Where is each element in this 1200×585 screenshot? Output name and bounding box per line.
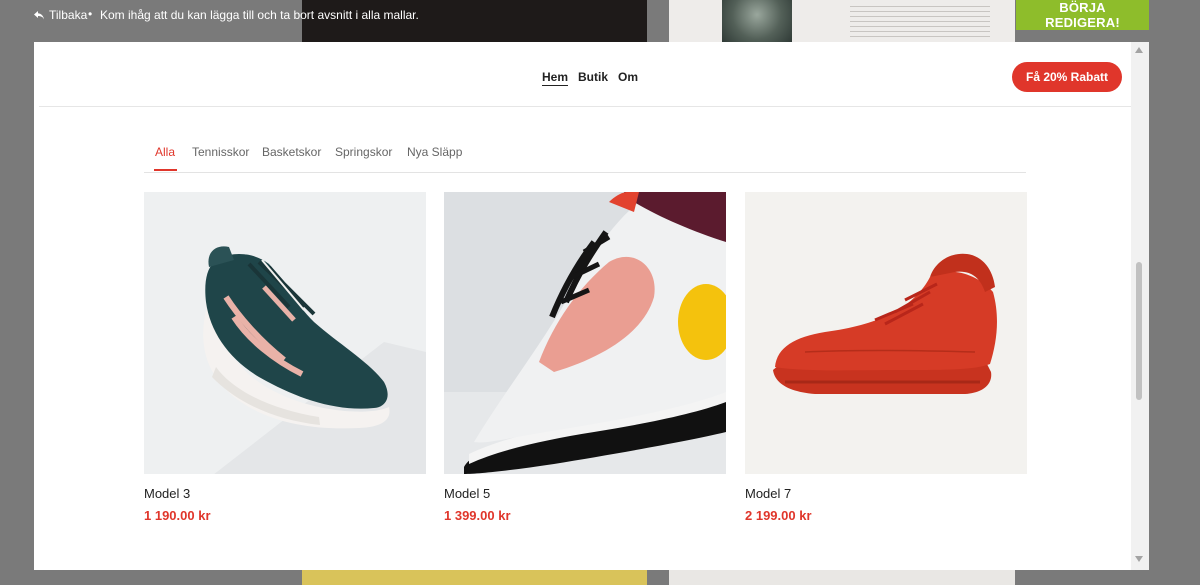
product-image-model-3[interactable] [144, 192, 426, 474]
product-name[interactable]: Model 7 [745, 486, 791, 501]
product-price: 1 190.00 kr [144, 508, 211, 523]
site-nav: Hem Butik Om [542, 70, 638, 86]
separator-bullet: • [88, 7, 93, 21]
product-name[interactable]: Model 5 [444, 486, 490, 501]
background-template-preview [669, 570, 1015, 585]
scroll-up-arrow-icon[interactable] [1135, 47, 1143, 53]
back-link[interactable]: Tilbaka [33, 8, 87, 22]
product-price: 1 399.00 kr [444, 508, 511, 523]
product-image-model-7[interactable] [745, 192, 1027, 474]
tab-new-releases[interactable]: Nya Släpp [407, 145, 462, 159]
background-template-preview [302, 570, 647, 585]
site-header: Hem Butik Om Få 20% Rabatt [39, 42, 1131, 107]
editor-topbar: Tilbaka • Kom ihåg att du kan lägga till… [0, 0, 1200, 30]
product-name[interactable]: Model 3 [144, 486, 190, 501]
category-tabs: Alla Tennisskor Basketskor Springskor Ny… [144, 140, 1026, 173]
tab-tennis-shoes[interactable]: Tennisskor [192, 145, 249, 159]
reminder-text: Kom ihåg att du kan lägga till och ta bo… [100, 8, 419, 22]
tab-basketball-shoes[interactable]: Basketskor [262, 145, 321, 159]
nav-item-shop[interactable]: Butik [578, 70, 608, 86]
active-tab-indicator [154, 169, 177, 171]
tab-all[interactable]: Alla [155, 145, 175, 159]
template-preview-frame: Hem Butik Om Få 20% Rabatt Alla Tennissk… [34, 42, 1149, 570]
nav-item-home[interactable]: Hem [542, 70, 569, 86]
product-price: 2 199.00 kr [745, 508, 812, 523]
preview-scrollbar[interactable] [1131, 42, 1149, 570]
back-arrow-icon [34, 11, 44, 20]
tab-running-shoes[interactable]: Springskor [335, 145, 392, 159]
start-editing-button[interactable]: BÖRJA REDIGERA! [1016, 0, 1149, 30]
back-label: Tilbaka [49, 8, 88, 22]
discount-button[interactable]: Få 20% Rabatt [1012, 62, 1122, 92]
scrollbar-thumb[interactable] [1136, 262, 1142, 400]
product-image-model-5[interactable] [444, 192, 726, 474]
nav-item-about[interactable]: Om [618, 70, 638, 86]
scroll-down-arrow-icon[interactable] [1135, 556, 1143, 562]
